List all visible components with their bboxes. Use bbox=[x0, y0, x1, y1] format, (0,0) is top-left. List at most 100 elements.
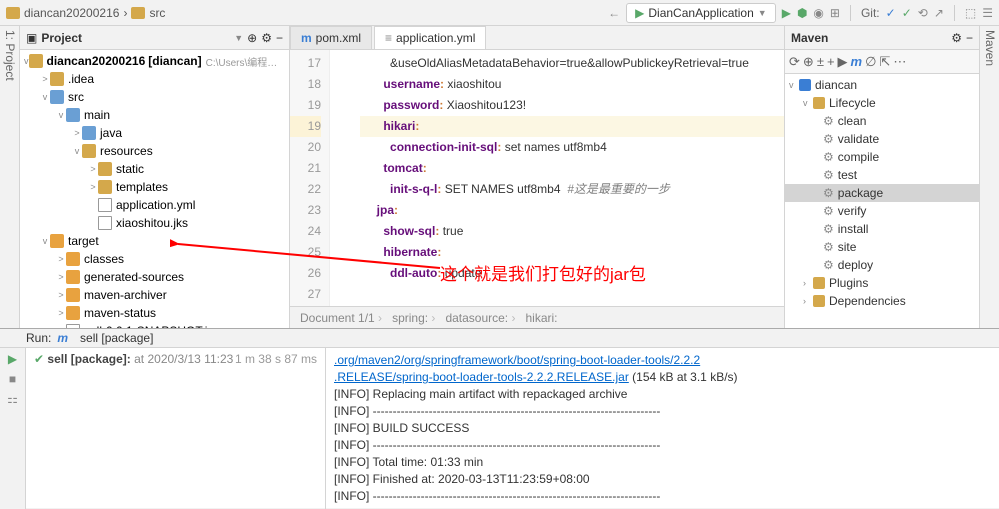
tree-item[interactable]: >maven-status bbox=[20, 304, 289, 322]
folder-icon bbox=[50, 72, 64, 86]
tree-item[interactable]: sell-0.0.1-SNAPSHOT.jar bbox=[20, 322, 289, 328]
search-icon[interactable]: ⬚ bbox=[965, 6, 976, 20]
tree-item[interactable]: vtarget bbox=[20, 232, 289, 250]
tree-item[interactable]: >maven-archiver bbox=[20, 286, 289, 304]
run-icon[interactable]: ▶ bbox=[838, 54, 848, 70]
maven-root[interactable]: v diancan bbox=[785, 76, 979, 94]
chevron-down-icon: ▼ bbox=[758, 8, 767, 18]
editor-tabs: m pom.xml ≡ application.yml bbox=[290, 26, 784, 50]
tab-maven[interactable]: Maven bbox=[983, 30, 997, 66]
tree-root[interactable]: v diancan20200216 [diancan] C:\Users\编程小… bbox=[20, 52, 289, 70]
push-icon[interactable]: ↗ bbox=[934, 6, 944, 20]
tree-item[interactable]: >templates bbox=[20, 178, 289, 196]
maven-tree[interactable]: v diancan v Lifecycle ⚙clean⚙validate⚙co… bbox=[785, 74, 979, 328]
maven-goal-verify[interactable]: ⚙verify bbox=[785, 202, 979, 220]
status-crumb[interactable]: datasource: bbox=[445, 311, 515, 325]
tab-application-yml[interactable]: ≡ application.yml bbox=[374, 26, 486, 49]
tab-project[interactable]: 1: Project bbox=[3, 30, 17, 81]
left-tool-strip[interactable]: 1: Project bbox=[0, 26, 20, 328]
tree-item[interactable]: application.yml bbox=[20, 196, 289, 214]
folder-orange-icon bbox=[66, 306, 80, 320]
maven-goal-label: test bbox=[838, 168, 857, 182]
run-status: sell [package]: bbox=[47, 352, 130, 366]
breadcrumb-root[interactable]: diancan20200216 bbox=[24, 6, 119, 20]
maven-label: Plugins bbox=[829, 276, 868, 290]
check-icon: ✔ bbox=[34, 352, 44, 366]
folder-blue-icon bbox=[66, 108, 80, 122]
chevron-down-icon[interactable]: ▼ bbox=[234, 33, 243, 43]
run-time: at 2020/3/13 11:23 bbox=[134, 352, 233, 366]
filter-icon[interactable]: ⚏ bbox=[7, 392, 18, 406]
console-output[interactable]: .org/maven2/org/springframework/boot/spr… bbox=[326, 348, 999, 509]
run-tree[interactable]: ✔ sell [package]: at 2020/3/13 11:23 1 m… bbox=[26, 348, 326, 509]
folder-orange-icon bbox=[66, 270, 80, 284]
maven-panel: Maven ⚙ − ⟳ ⊕ ± + ▶ m ∅ ⇱ ⋯ v diancan v … bbox=[784, 26, 979, 328]
run-tab-label[interactable]: sell [package] bbox=[72, 329, 161, 347]
panel-title: Project bbox=[41, 31, 230, 45]
folder-icon bbox=[813, 277, 825, 289]
coverage-icon[interactable]: ◉ bbox=[813, 6, 823, 20]
maven-goal-clean[interactable]: ⚙clean bbox=[785, 112, 979, 130]
commit-icon[interactable]: ✓ bbox=[902, 6, 912, 20]
project-panel: ▣ Project ▼ ⊕ ⚙ − v diancan20200216 [dia… bbox=[20, 26, 290, 328]
more-icon[interactable]: ⋯ bbox=[893, 54, 906, 70]
maven-goal-label: site bbox=[838, 240, 857, 254]
hide-icon[interactable]: − bbox=[966, 31, 973, 45]
reload-icon[interactable]: ⟳ bbox=[789, 54, 800, 70]
hide-icon[interactable]: − bbox=[276, 31, 283, 45]
gear-icon[interactable]: ⚙ bbox=[261, 31, 272, 45]
tree-item[interactable]: >generated-sources bbox=[20, 268, 289, 286]
collapse-icon[interactable]: ⇱ bbox=[879, 54, 890, 70]
maven-dependencies[interactable]: › Dependencies bbox=[785, 292, 979, 310]
run-icon[interactable]: ▶ bbox=[782, 6, 791, 20]
maven-goal-compile[interactable]: ⚙compile bbox=[785, 148, 979, 166]
tab-pom[interactable]: m pom.xml bbox=[290, 26, 372, 49]
tree-item[interactable]: >.idea bbox=[20, 70, 289, 88]
update-icon[interactable]: ✓ bbox=[886, 6, 896, 20]
maven-goal-test[interactable]: ⚙ test bbox=[785, 166, 979, 184]
run-config-selector[interactable]: ▶ DianCanApplication ▼ bbox=[626, 3, 776, 23]
right-tool-strip[interactable]: Maven bbox=[979, 26, 999, 328]
skip-icon[interactable]: ∅ bbox=[865, 54, 876, 70]
maven-goal-validate[interactable]: ⚙validate bbox=[785, 130, 979, 148]
tree-item[interactable]: vresources bbox=[20, 142, 289, 160]
folder-icon bbox=[813, 295, 825, 307]
maven-goal-label: install bbox=[838, 222, 869, 236]
tree-item[interactable]: >static bbox=[20, 160, 289, 178]
tree-item[interactable]: xiaoshitou.jks bbox=[20, 214, 289, 232]
gear-icon: ⚙ bbox=[823, 168, 834, 182]
maven-lifecycle[interactable]: v Lifecycle bbox=[785, 94, 979, 112]
gear-icon: ⚙ bbox=[823, 150, 834, 164]
toggle-icon[interactable]: m bbox=[851, 54, 863, 69]
breadcrumb[interactable]: diancan20200216 › src bbox=[6, 6, 165, 20]
settings-icon[interactable]: ☰ bbox=[982, 6, 993, 20]
maven-goal-install[interactable]: ⚙install bbox=[785, 220, 979, 238]
download-icon[interactable]: ± bbox=[817, 54, 824, 69]
maven-goal-site[interactable]: ⚙ site bbox=[785, 238, 979, 256]
collapse-icon[interactable]: ⊕ bbox=[247, 31, 257, 45]
breadcrumb-item[interactable]: src bbox=[149, 6, 165, 20]
back-icon[interactable]: ← bbox=[608, 6, 620, 20]
tree-label: maven-status bbox=[84, 306, 156, 320]
status-crumb[interactable]: spring: bbox=[392, 311, 435, 325]
maven-icon: m bbox=[57, 331, 72, 345]
tree-item[interactable]: >java bbox=[20, 124, 289, 142]
debug-icon[interactable]: ⬢ bbox=[797, 6, 807, 20]
rerun-icon[interactable]: ▶ bbox=[8, 352, 17, 366]
tree-item[interactable]: vmain bbox=[20, 106, 289, 124]
project-tree[interactable]: v diancan20200216 [diancan] C:\Users\编程小… bbox=[20, 50, 289, 328]
status-crumb[interactable]: hikari: bbox=[526, 311, 558, 325]
history-icon[interactable]: ⟲ bbox=[918, 6, 928, 20]
gear-icon: ⚙ bbox=[823, 240, 834, 254]
maven-goal-package[interactable]: ⚙package bbox=[785, 184, 979, 202]
generate-icon[interactable]: ⊕ bbox=[803, 54, 814, 70]
tree-item[interactable]: vsrc bbox=[20, 88, 289, 106]
profiler-icon[interactable]: ⊞ bbox=[830, 6, 840, 20]
maven-goal-deploy[interactable]: ⚙deploy bbox=[785, 256, 979, 274]
add-icon[interactable]: + bbox=[827, 54, 835, 69]
gear-icon[interactable]: ⚙ bbox=[951, 31, 962, 45]
maven-plugins[interactable]: › Plugins bbox=[785, 274, 979, 292]
tree-item[interactable]: >classes bbox=[20, 250, 289, 268]
stop-icon[interactable]: ■ bbox=[9, 372, 16, 386]
maven-file-icon: m bbox=[301, 31, 312, 45]
